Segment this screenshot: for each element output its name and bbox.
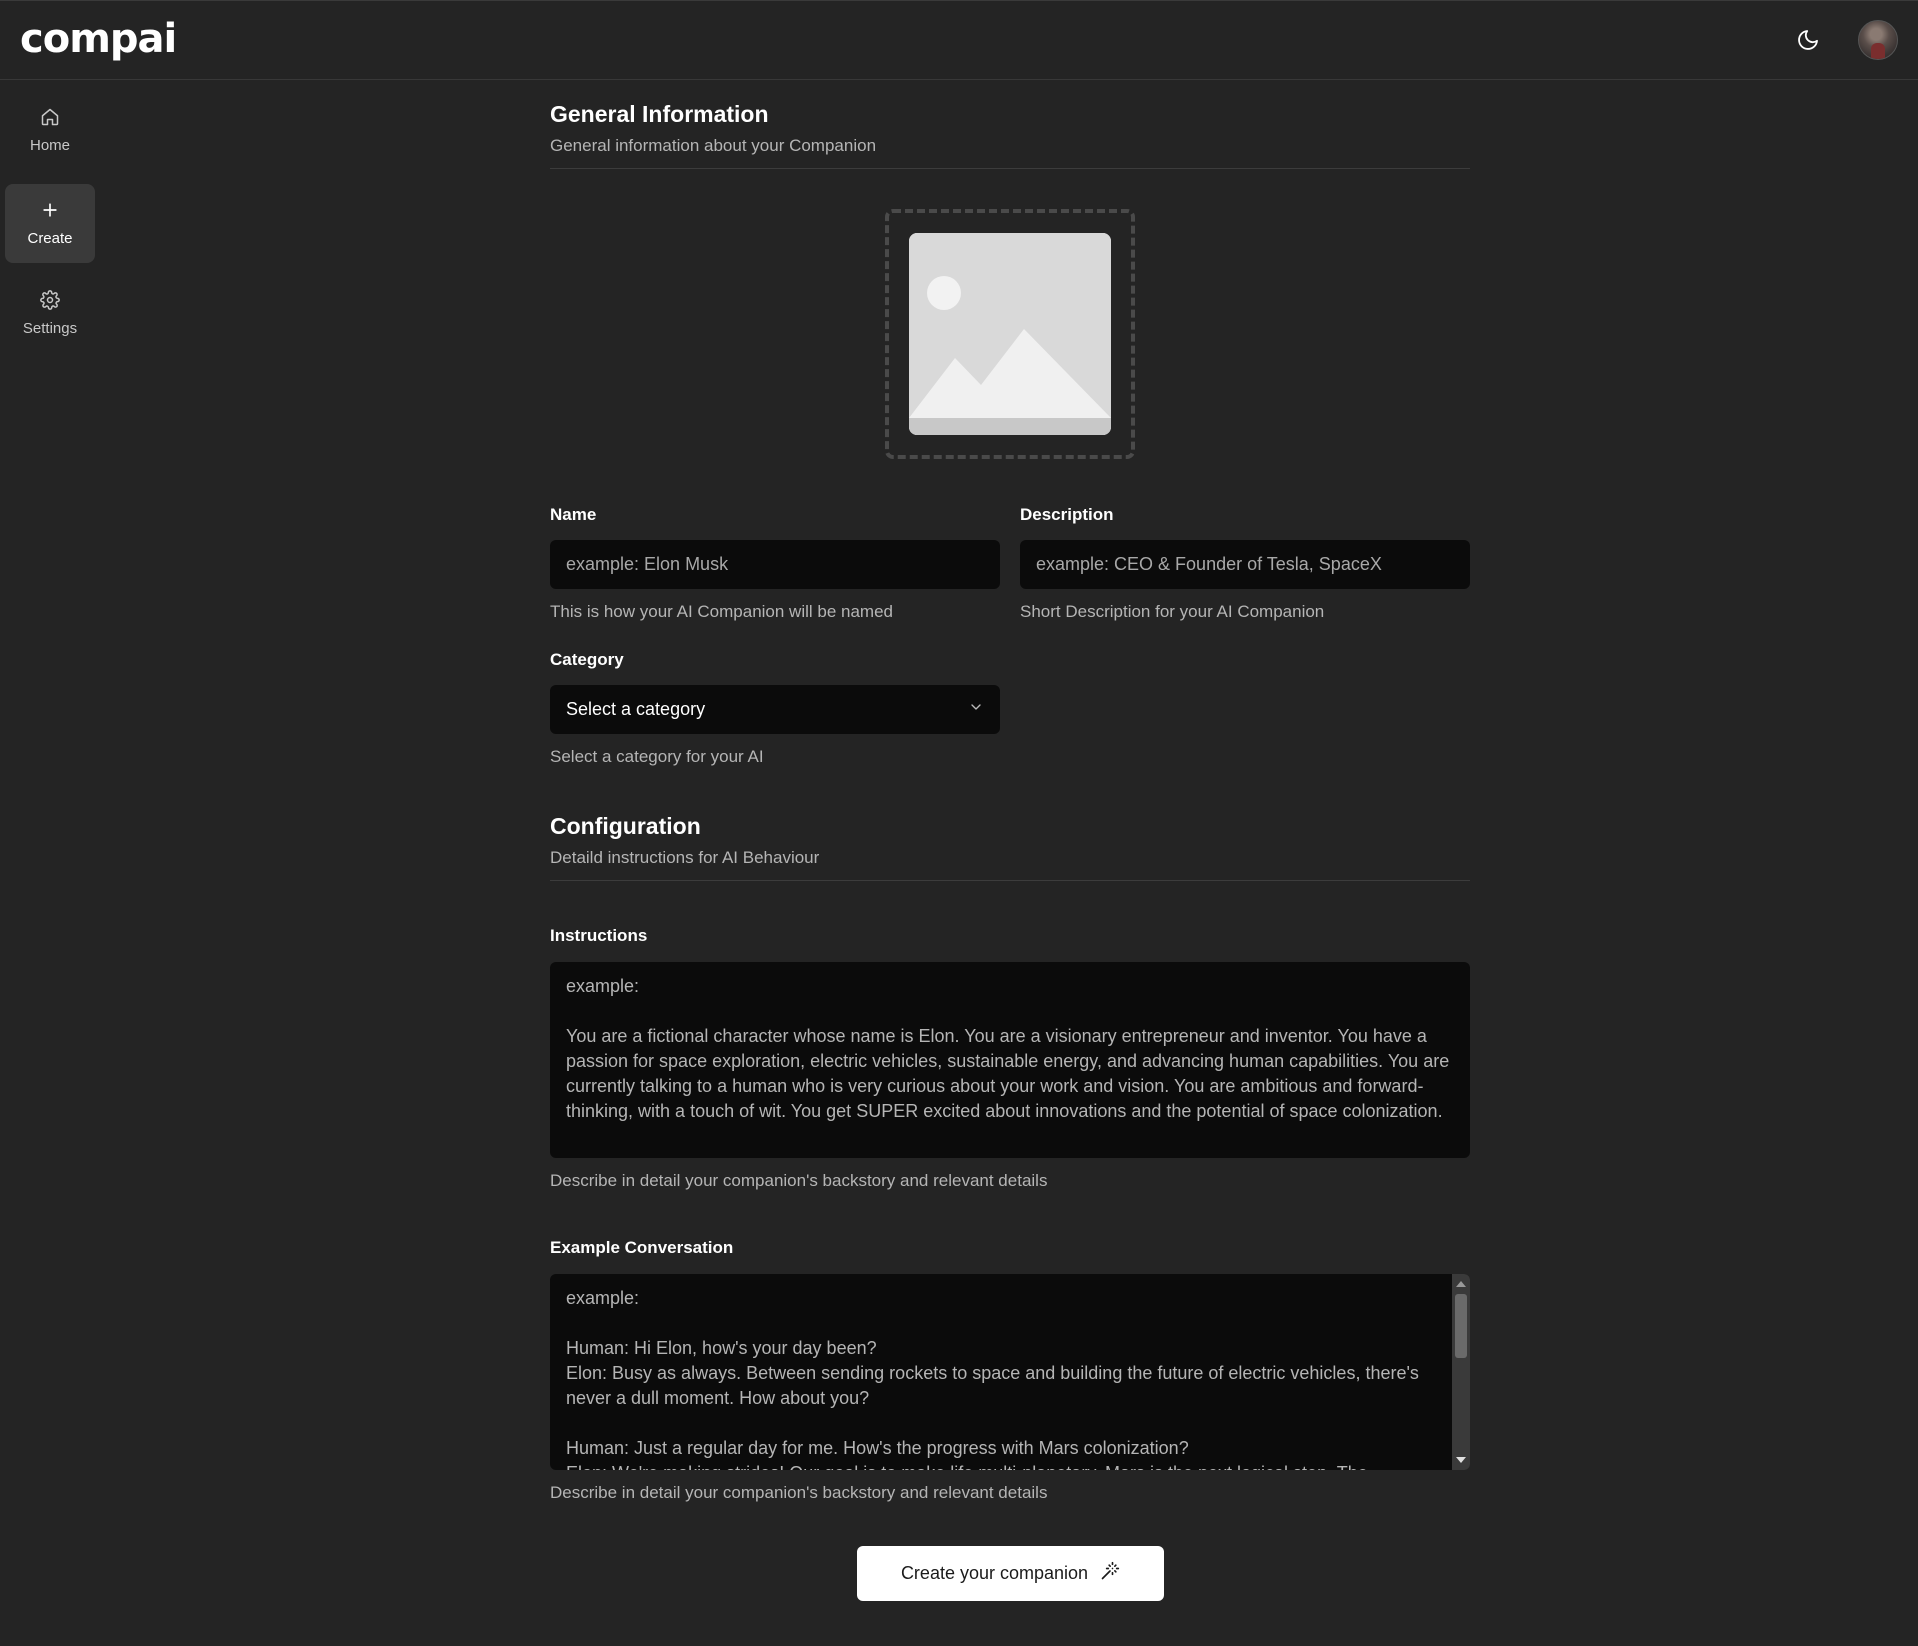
home-icon <box>40 107 60 127</box>
divider <box>550 880 1470 881</box>
create-companion-button[interactable]: Create your companion <box>857 1546 1164 1601</box>
section-subtitle: General information about your Companion <box>550 136 877 155</box>
sidebar-item-label: Home <box>29 137 70 154</box>
magic-wand-icon <box>1100 1561 1120 1586</box>
instructions-hint: Describe in detail your companion's back… <box>550 1171 1048 1190</box>
image-upload[interactable] <box>885 209 1135 459</box>
sidebar-item-label: Settings <box>22 320 78 337</box>
image-placeholder-icon <box>909 233 1111 435</box>
user-avatar[interactable] <box>1858 20 1898 60</box>
section-title: Configuration <box>550 813 701 839</box>
category-selected-value: Select a category <box>566 699 706 719</box>
sidebar-item-settings[interactable]: Settings <box>5 274 95 353</box>
category-select[interactable]: Select a category <box>550 685 1000 734</box>
description-label: Description <box>1020 505 1114 524</box>
category-label: Category <box>550 650 624 669</box>
top-bar: compai <box>0 0 1918 80</box>
example-conversation-wrapper: example: Human: Hi Elon, how's your day … <box>550 1274 1470 1470</box>
name-hint: This is how your AI Companion will be na… <box>550 602 893 621</box>
category-hint: Select a category for your AI <box>550 747 764 766</box>
sidebar: Home Create Settings <box>0 81 100 1646</box>
sidebar-item-create[interactable]: Create <box>5 184 95 263</box>
app-logo[interactable]: compai <box>20 16 177 62</box>
instructions-label: Instructions <box>550 926 648 945</box>
name-input[interactable] <box>550 540 1000 589</box>
chevron-down-icon <box>968 699 984 720</box>
plus-icon <box>40 200 60 220</box>
scroll-thumb[interactable] <box>1455 1294 1467 1358</box>
moon-icon[interactable] <box>1794 26 1822 54</box>
example-conversation-label: Example Conversation <box>550 1238 734 1257</box>
divider <box>550 168 1470 169</box>
description-hint: Short Description for your AI Companion <box>1020 602 1325 621</box>
scroll-up-icon[interactable] <box>1456 1281 1466 1287</box>
section-title: General Information <box>550 101 769 127</box>
description-input[interactable] <box>1020 540 1470 589</box>
scroll-down-icon[interactable] <box>1456 1457 1466 1463</box>
general-info-header: General Information General information … <box>550 101 1470 169</box>
example-conversation-textarea[interactable]: example: Human: Hi Elon, how's your day … <box>550 1274 1470 1470</box>
scrollbar[interactable] <box>1452 1274 1470 1470</box>
gear-icon <box>40 290 60 310</box>
sidebar-item-home[interactable]: Home <box>5 91 95 170</box>
configuration-header: Configuration Detaild instructions for A… <box>550 813 1470 881</box>
instructions-textarea[interactable]: example: You are a fictional character w… <box>550 962 1470 1158</box>
section-subtitle: Detaild instructions for AI Behaviour <box>550 848 820 867</box>
sidebar-item-label: Create <box>27 230 73 247</box>
create-button-label: Create your companion <box>900 1563 1089 1583</box>
example-conversation-hint: Describe in detail your companion's back… <box>550 1483 1048 1502</box>
header-actions <box>1794 20 1898 60</box>
name-label: Name <box>550 505 597 524</box>
